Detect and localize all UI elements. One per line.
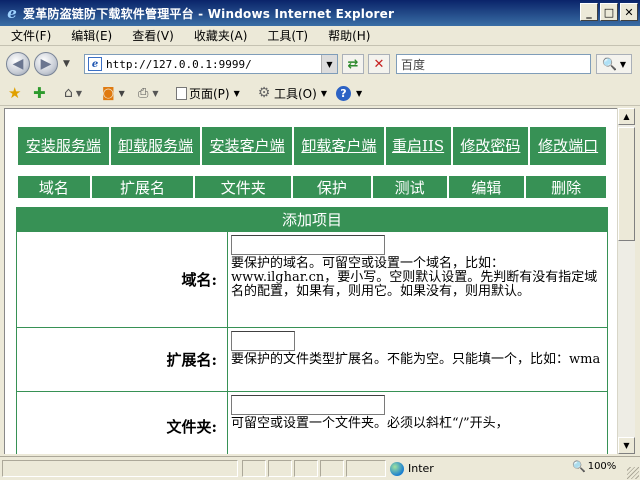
nav-install-server[interactable]: 安装服务端: [16, 125, 111, 167]
forward-button[interactable]: ▶: [34, 52, 58, 76]
page-document-icon: [176, 86, 187, 100]
security-zone[interactable]: Inter: [390, 460, 434, 477]
menu-view[interactable]: 查看(V): [121, 27, 183, 44]
header-extension: 扩展名: [89, 174, 196, 200]
folder-help-text: 可留空或设置一个文件夹。必须以斜杠“/”开头，: [231, 416, 509, 431]
refresh-icon: ⇄: [347, 56, 359, 72]
page-menu-dropdown-icon: ▼: [233, 88, 240, 98]
main-nav: 安装服务端 卸载服务端 安装客户端 卸载客户端 重启IIS 修改密码 修改端口: [16, 125, 608, 167]
menu-edit[interactable]: 编辑(E): [60, 27, 121, 44]
column-header-bar: 域名 扩展名 文件夹 保护 测试 编辑 删除: [16, 174, 608, 200]
status-pane-4: [320, 460, 344, 477]
favorites-star-icon[interactable]: ★: [8, 84, 21, 102]
history-dropdown-icon[interactable]: ▼: [63, 59, 70, 69]
resize-grip[interactable]: [627, 467, 639, 479]
add-favorite-icon[interactable]: ✚: [33, 84, 46, 102]
search-button[interactable]: 🔍 ▼: [596, 54, 632, 74]
zoom-level: 100%: [587, 461, 617, 472]
scroll-up-button[interactable]: ▲: [618, 108, 635, 125]
close-button[interactable]: ✕: [620, 3, 638, 21]
window-controls: _ □ ✕: [580, 3, 638, 21]
refresh-button[interactable]: ⇄: [342, 54, 364, 74]
ie-logo-icon: e: [7, 4, 17, 22]
header-edit: 编辑: [446, 174, 527, 200]
status-pane-1: [242, 460, 266, 477]
status-pane-2: [268, 460, 292, 477]
nav-install-client[interactable]: 安装客户端: [200, 125, 295, 167]
tools-menu-label: 工具(O): [274, 86, 317, 101]
extension-cell: 要保护的文件类型扩展名。不能为空。只能填一个，比如：wma: [227, 327, 608, 392]
domain-label: 域名:: [16, 231, 228, 328]
address-bar[interactable]: e http://127.0.0.1:9999/ ▼: [84, 54, 338, 74]
domain-input[interactable]: [231, 235, 385, 255]
vertical-scrollbar[interactable]: ▲ ▼: [617, 108, 635, 454]
folder-cell: 可留空或设置一个文件夹。必须以斜杠“/”开头，: [227, 391, 608, 454]
domain-cell: 要保护的域名。可留空或设置一个域名，比如：www.ilghar.cn，要小写。空…: [227, 231, 608, 328]
help-icon: ?: [336, 85, 351, 101]
folder-input[interactable]: [231, 395, 385, 415]
header-delete: 删除: [524, 174, 608, 200]
maximize-button[interactable]: □: [600, 3, 618, 21]
zone-label: Inter: [408, 462, 434, 475]
title-bar[interactable]: e 爱革防盗链防下载软件管理平台 - Windows Internet Expl…: [0, 0, 640, 26]
address-url[interactable]: http://127.0.0.1:9999/: [106, 58, 252, 71]
page-content: 安装服务端 卸载服务端 安装客户端 卸载客户端 重启IIS 修改密码 修改端口 …: [16, 125, 608, 454]
page-menu-label: 页面(P): [189, 86, 230, 101]
status-pane-5: [346, 460, 386, 477]
nav-change-password[interactable]: 修改密码: [450, 125, 531, 167]
nav-uninstall-server[interactable]: 卸载服务端: [108, 125, 203, 167]
extension-help-text: 要保护的文件类型扩展名。不能为空。只能填一个，比如：wma: [231, 352, 601, 367]
search-input[interactable]: 百度: [396, 54, 591, 74]
page-menu[interactable]: 页面(P) ▼: [176, 84, 240, 102]
status-bar: Inter 🔍 100%: [0, 456, 640, 480]
tools-menu[interactable]: ⚙ 工具(O) ▼: [256, 84, 327, 102]
status-pane-3: [294, 460, 318, 477]
print-icon[interactable]: ⎙ ▼: [138, 84, 159, 102]
nav-uninstall-client[interactable]: 卸载客户端: [292, 125, 386, 167]
help-menu[interactable]: ? ▼: [336, 84, 362, 102]
search-icon: 🔍: [601, 57, 617, 71]
forward-arrow-icon: ▶: [40, 56, 52, 72]
menu-favorites[interactable]: 收藏夹(A): [183, 27, 257, 44]
scroll-down-button[interactable]: ▼: [618, 437, 635, 454]
domain-help-text: 要保护的域名。可留空或设置一个域名，比如：www.ilghar.cn，要小写。空…: [231, 256, 598, 299]
address-toolbar: ◀ ▶ ▼ e http://127.0.0.1:9999/ ▼ ⇄ ✕ 百度 …: [0, 47, 640, 79]
page-icon: e: [88, 57, 102, 71]
globe-icon: [390, 461, 404, 476]
form-title: 添加项目: [16, 207, 608, 232]
header-protect: 保护: [291, 174, 373, 200]
nav-restart-iis[interactable]: 重启IIS: [383, 125, 453, 167]
header-test: 测试: [370, 174, 449, 200]
page-viewport: 安装服务端 卸载服务端 安装客户端 卸载客户端 重启IIS 修改密码 修改端口 …: [4, 108, 617, 454]
window-title: 爱革防盗链防下载软件管理平台 - Windows Internet Explor…: [23, 6, 395, 21]
feeds-icon[interactable]: ◙ ▼: [102, 84, 125, 102]
header-folder: 文件夹: [193, 174, 294, 200]
stop-button[interactable]: ✕: [368, 54, 390, 74]
nav-change-port[interactable]: 修改端口: [528, 125, 608, 167]
back-arrow-icon: ◀: [12, 56, 24, 72]
home-icon[interactable]: ⌂ ▼: [64, 84, 82, 102]
header-domain: 域名: [16, 174, 92, 200]
menu-file[interactable]: 文件(F): [0, 27, 60, 44]
command-bar: ★ ✚ ⌂ ▼ ◙ ▼ ⎙ ▼ 页面(P) ▼ ⚙ 工具(O) ▼ ? ▼: [0, 80, 640, 106]
back-button[interactable]: ◀: [6, 52, 30, 76]
zoom-control[interactable]: 🔍 100%: [572, 460, 616, 473]
scroll-thumb[interactable]: [618, 127, 635, 241]
status-text-pane: [2, 460, 238, 477]
add-item-form: 添加项目 域名: 要保护的域名。可留空或设置一个域名，比如：www.ilghar…: [16, 207, 608, 454]
search-dropdown-icon: ▼: [619, 59, 627, 69]
menu-tools[interactable]: 工具(T): [256, 27, 317, 44]
menu-help[interactable]: 帮助(H): [317, 27, 379, 44]
address-dropdown-icon[interactable]: ▼: [321, 55, 337, 73]
extension-input[interactable]: [231, 331, 295, 351]
help-dropdown-icon: ▼: [356, 88, 363, 98]
minimize-button[interactable]: _: [580, 3, 598, 21]
extension-label: 扩展名:: [16, 327, 228, 392]
gear-icon: ⚙: [257, 85, 271, 101]
folder-label: 文件夹:: [16, 391, 228, 454]
zoom-icon: 🔍: [572, 460, 586, 473]
stop-icon: ✕: [373, 56, 385, 72]
tools-menu-dropdown-icon: ▼: [320, 88, 327, 98]
menu-bar: 文件(F) 编辑(E) 查看(V) 收藏夹(A) 工具(T) 帮助(H): [0, 26, 640, 46]
